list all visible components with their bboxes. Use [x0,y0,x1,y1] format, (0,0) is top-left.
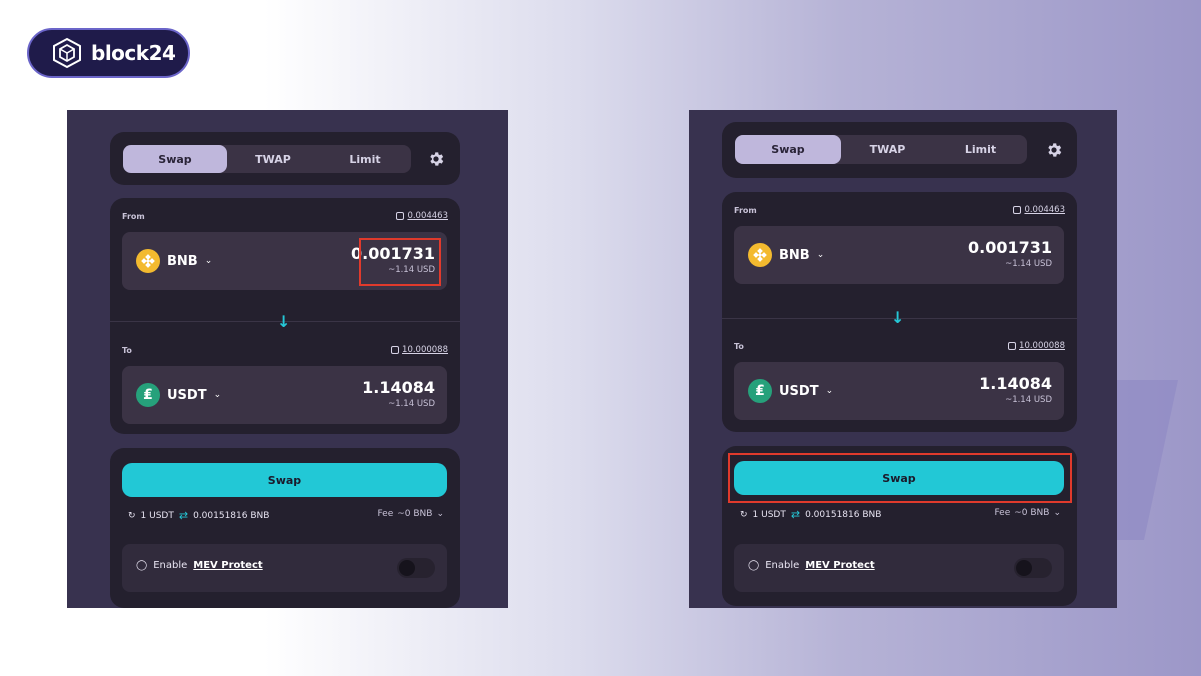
to-token-selector[interactable]: ₤ USDT ⌄ [748,379,833,403]
mev-link[interactable]: MEV Protect [193,560,262,571]
to-amount: 1.14084 ~1.14 USD [979,374,1052,405]
chevron-down-icon: ⌄ [436,509,444,519]
bnb-icon [748,243,772,267]
fee-label: Fee [994,508,1011,518]
swap-arrows-icon: ⇄ [178,509,189,522]
swap-panel-right: Swap TWAP Limit From 0.004463 BNB ⌄ 0.00… [689,110,1117,608]
arrow-down-icon[interactable]: ↓ [891,310,904,326]
to-token-name: USDT [167,387,207,403]
to-balance[interactable]: 10.000088 [391,345,448,355]
tab-bar: Swap TWAP Limit [123,145,411,173]
from-token-selector[interactable]: BNB ⌄ [748,243,824,267]
rate-left: 1 USDT [752,509,786,520]
mev-toggle[interactable] [1014,558,1052,578]
fee-dropdown[interactable]: Fee ~0 BNB ⌄ [994,508,1061,518]
mev-link[interactable]: MEV Protect [805,560,874,571]
cube-logo-icon [53,37,81,69]
rate-left: 1 USDT [140,510,174,521]
tab-card: Swap TWAP Limit [722,122,1077,178]
to-amount-value: 1.14084 [979,374,1052,393]
refresh-icon: ↻ [128,510,136,521]
shield-icon: ◯ [748,560,760,571]
amount-highlight-box [359,238,441,286]
chevron-down-icon: ⌄ [204,256,213,266]
wallet-icon [391,346,400,354]
from-label: From [122,212,145,221]
tab-swap[interactable]: Swap [735,135,841,164]
fee-value: ~0 BNB [1014,508,1050,518]
chevron-down-icon: ⌄ [825,386,834,396]
from-label: From [734,206,757,215]
refresh-icon: ↻ [740,509,748,520]
to-input-box[interactable]: ₤ USDT ⌄ 1.14084 ~1.14 USD [122,366,447,424]
tab-limit[interactable]: Limit [934,135,1027,164]
fee-value: ~0 BNB [397,509,433,519]
mev-label: ◯ Enable MEV Protect [136,560,263,571]
tab-limit[interactable]: Limit [319,145,411,173]
usdt-icon: ₤ [748,379,772,403]
swap-button-highlight-box [728,453,1072,503]
swap-arrows-icon: ⇄ [790,508,801,521]
to-balance[interactable]: 10.000088 [1008,341,1065,351]
to-token-selector[interactable]: ₤ USDT ⌄ [136,383,221,407]
action-card: Swap ↻ 1 USDT ⇄ 0.00151816 BNB Fee ~0 BN… [110,448,460,608]
rate-right: 0.00151816 BNB [805,509,882,520]
fee-dropdown[interactable]: Fee ~0 BNB ⌄ [377,509,444,519]
swap-form-card: From 0.004463 BNB ⌄ 0.001731 ~1.14 USD ↓… [722,192,1077,432]
wallet-icon [396,212,405,220]
from-input-box[interactable]: BNB ⌄ 0.001731 ~1.14 USD [734,226,1064,284]
wallet-icon [1008,342,1017,350]
shield-icon: ◯ [136,560,148,571]
tab-twap[interactable]: TWAP [227,145,319,173]
from-amount-value: 0.001731 [967,238,1052,257]
from-token-name: BNB [779,247,810,263]
usdt-icon: ₤ [136,383,160,407]
mev-protect-row: ◯ Enable MEV Protect [122,544,447,592]
gear-icon[interactable] [427,150,445,168]
from-balance[interactable]: 0.004463 [1013,205,1065,215]
chevron-down-icon: ⌄ [816,250,825,260]
swap-button[interactable]: Swap [122,463,447,497]
from-token-selector[interactable]: BNB ⌄ [136,249,212,273]
block24-logo: block24 [27,28,190,78]
toggle-knob [1016,560,1032,576]
from-token-name: BNB [167,253,198,269]
chevron-down-icon: ⌄ [1053,508,1061,518]
from-amount: 0.001731 ~1.14 USD [968,238,1052,269]
mev-protect-row: ◯ Enable MEV Protect [734,544,1064,592]
fee-label: Fee [377,509,394,519]
to-token-name: USDT [779,383,819,399]
mev-prefix: Enable [765,560,800,571]
mev-prefix: Enable [153,560,188,571]
to-amount-usd: ~1.14 USD [388,399,435,409]
to-amount-usd: ~1.14 USD [1005,395,1052,405]
to-amount: 1.14084 ~1.14 USD [362,378,435,409]
mev-label: ◯ Enable MEV Protect [748,560,875,571]
tab-twap[interactable]: TWAP [841,135,934,164]
bnb-icon [136,249,160,273]
exchange-rate[interactable]: ↻ 1 USDT ⇄ 0.00151816 BNB [740,508,881,521]
swap-form-card: From 0.004463 BNB ⌄ 0.001731 ~1.14 USD ↓… [110,198,460,434]
gear-icon[interactable] [1045,141,1063,159]
rate-right: 0.00151816 BNB [193,510,270,521]
from-amount-usd: ~1.14 USD [1005,259,1052,269]
exchange-rate[interactable]: ↻ 1 USDT ⇄ 0.00151816 BNB [128,509,269,522]
to-label: To [734,342,744,351]
wallet-icon [1013,206,1022,214]
tab-bar: Swap TWAP Limit [735,135,1027,164]
to-input-box[interactable]: ₤ USDT ⌄ 1.14084 ~1.14 USD [734,362,1064,420]
toggle-knob [399,560,415,576]
tab-swap[interactable]: Swap [123,145,227,173]
mev-toggle[interactable] [397,558,435,578]
swap-panel-left: Swap TWAP Limit From 0.004463 BNB ⌄ 0.00… [67,110,508,608]
brand-name: block24 [91,41,176,65]
from-balance[interactable]: 0.004463 [396,211,448,221]
to-amount-value: 1.14084 [362,378,435,397]
tab-card: Swap TWAP Limit [110,132,460,185]
to-label: To [122,346,132,355]
arrow-down-icon[interactable]: ↓ [277,314,290,330]
chevron-down-icon: ⌄ [213,390,222,400]
